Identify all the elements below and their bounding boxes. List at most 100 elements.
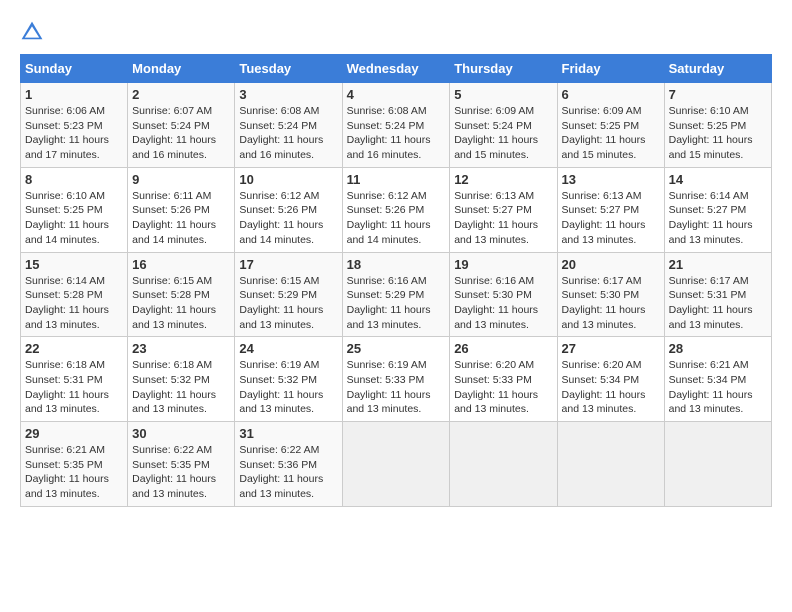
day-number: 30 xyxy=(132,426,230,441)
day-info: Sunrise: 6:15 AMSunset: 5:29 PMDaylight:… xyxy=(239,275,323,331)
day-info: Sunrise: 6:18 AMSunset: 5:32 PMDaylight:… xyxy=(132,359,216,415)
day-info: Sunrise: 6:20 AMSunset: 5:34 PMDaylight:… xyxy=(562,359,646,415)
day-number: 21 xyxy=(669,257,767,272)
day-info: Sunrise: 6:07 AMSunset: 5:24 PMDaylight:… xyxy=(132,105,216,161)
day-info: Sunrise: 6:08 AMSunset: 5:24 PMDaylight:… xyxy=(347,105,431,161)
table-row: 21 Sunrise: 6:17 AMSunset: 5:31 PMDaylig… xyxy=(664,252,771,337)
table-row xyxy=(664,422,771,507)
table-row: 3 Sunrise: 6:08 AMSunset: 5:24 PMDayligh… xyxy=(235,83,342,168)
day-info: Sunrise: 6:14 AMSunset: 5:27 PMDaylight:… xyxy=(669,190,753,246)
day-info: Sunrise: 6:17 AMSunset: 5:31 PMDaylight:… xyxy=(669,275,753,331)
table-row: 15 Sunrise: 6:14 AMSunset: 5:28 PMDaylig… xyxy=(21,252,128,337)
day-info: Sunrise: 6:21 AMSunset: 5:34 PMDaylight:… xyxy=(669,359,753,415)
table-row: 17 Sunrise: 6:15 AMSunset: 5:29 PMDaylig… xyxy=(235,252,342,337)
table-row: 23 Sunrise: 6:18 AMSunset: 5:32 PMDaylig… xyxy=(128,337,235,422)
logo-icon xyxy=(20,20,44,44)
table-row: 26 Sunrise: 6:20 AMSunset: 5:33 PMDaylig… xyxy=(450,337,557,422)
table-row: 5 Sunrise: 6:09 AMSunset: 5:24 PMDayligh… xyxy=(450,83,557,168)
day-info: Sunrise: 6:12 AMSunset: 5:26 PMDaylight:… xyxy=(347,190,431,246)
table-row xyxy=(557,422,664,507)
table-row: 28 Sunrise: 6:21 AMSunset: 5:34 PMDaylig… xyxy=(664,337,771,422)
table-row: 20 Sunrise: 6:17 AMSunset: 5:30 PMDaylig… xyxy=(557,252,664,337)
day-info: Sunrise: 6:19 AMSunset: 5:32 PMDaylight:… xyxy=(239,359,323,415)
day-number: 22 xyxy=(25,341,123,356)
table-row: 18 Sunrise: 6:16 AMSunset: 5:29 PMDaylig… xyxy=(342,252,450,337)
day-info: Sunrise: 6:15 AMSunset: 5:28 PMDaylight:… xyxy=(132,275,216,331)
day-info: Sunrise: 6:22 AMSunset: 5:36 PMDaylight:… xyxy=(239,444,323,500)
day-info: Sunrise: 6:19 AMSunset: 5:33 PMDaylight:… xyxy=(347,359,431,415)
calendar-weekday: Sunday xyxy=(21,55,128,83)
calendar-weekday: Friday xyxy=(557,55,664,83)
day-info: Sunrise: 6:06 AMSunset: 5:23 PMDaylight:… xyxy=(25,105,109,161)
table-row: 2 Sunrise: 6:07 AMSunset: 5:24 PMDayligh… xyxy=(128,83,235,168)
table-row: 25 Sunrise: 6:19 AMSunset: 5:33 PMDaylig… xyxy=(342,337,450,422)
calendar-weekday: Monday xyxy=(128,55,235,83)
calendar-weekday: Tuesday xyxy=(235,55,342,83)
calendar-table: SundayMondayTuesdayWednesdayThursdayFrid… xyxy=(20,54,772,507)
day-info: Sunrise: 6:22 AMSunset: 5:35 PMDaylight:… xyxy=(132,444,216,500)
day-number: 6 xyxy=(562,87,660,102)
table-row: 1 Sunrise: 6:06 AMSunset: 5:23 PMDayligh… xyxy=(21,83,128,168)
day-number: 9 xyxy=(132,172,230,187)
day-number: 31 xyxy=(239,426,337,441)
table-row: 9 Sunrise: 6:11 AMSunset: 5:26 PMDayligh… xyxy=(128,167,235,252)
day-number: 24 xyxy=(239,341,337,356)
day-info: Sunrise: 6:14 AMSunset: 5:28 PMDaylight:… xyxy=(25,275,109,331)
day-info: Sunrise: 6:11 AMSunset: 5:26 PMDaylight:… xyxy=(132,190,216,246)
table-row: 4 Sunrise: 6:08 AMSunset: 5:24 PMDayligh… xyxy=(342,83,450,168)
table-row: 7 Sunrise: 6:10 AMSunset: 5:25 PMDayligh… xyxy=(664,83,771,168)
day-number: 13 xyxy=(562,172,660,187)
table-row: 29 Sunrise: 6:21 AMSunset: 5:35 PMDaylig… xyxy=(21,422,128,507)
table-row: 16 Sunrise: 6:15 AMSunset: 5:28 PMDaylig… xyxy=(128,252,235,337)
table-row: 27 Sunrise: 6:20 AMSunset: 5:34 PMDaylig… xyxy=(557,337,664,422)
day-number: 7 xyxy=(669,87,767,102)
day-number: 14 xyxy=(669,172,767,187)
day-info: Sunrise: 6:09 AMSunset: 5:25 PMDaylight:… xyxy=(562,105,646,161)
day-number: 29 xyxy=(25,426,123,441)
table-row: 6 Sunrise: 6:09 AMSunset: 5:25 PMDayligh… xyxy=(557,83,664,168)
table-row: 31 Sunrise: 6:22 AMSunset: 5:36 PMDaylig… xyxy=(235,422,342,507)
day-info: Sunrise: 6:13 AMSunset: 5:27 PMDaylight:… xyxy=(454,190,538,246)
day-number: 8 xyxy=(25,172,123,187)
table-row: 24 Sunrise: 6:19 AMSunset: 5:32 PMDaylig… xyxy=(235,337,342,422)
calendar-weekday: Saturday xyxy=(664,55,771,83)
table-row: 13 Sunrise: 6:13 AMSunset: 5:27 PMDaylig… xyxy=(557,167,664,252)
day-number: 27 xyxy=(562,341,660,356)
table-row: 30 Sunrise: 6:22 AMSunset: 5:35 PMDaylig… xyxy=(128,422,235,507)
table-row xyxy=(342,422,450,507)
day-number: 26 xyxy=(454,341,552,356)
day-info: Sunrise: 6:10 AMSunset: 5:25 PMDaylight:… xyxy=(25,190,109,246)
day-info: Sunrise: 6:21 AMSunset: 5:35 PMDaylight:… xyxy=(25,444,109,500)
day-info: Sunrise: 6:10 AMSunset: 5:25 PMDaylight:… xyxy=(669,105,753,161)
day-info: Sunrise: 6:13 AMSunset: 5:27 PMDaylight:… xyxy=(562,190,646,246)
table-row: 12 Sunrise: 6:13 AMSunset: 5:27 PMDaylig… xyxy=(450,167,557,252)
table-row xyxy=(450,422,557,507)
table-row: 8 Sunrise: 6:10 AMSunset: 5:25 PMDayligh… xyxy=(21,167,128,252)
day-info: Sunrise: 6:16 AMSunset: 5:30 PMDaylight:… xyxy=(454,275,538,331)
day-number: 25 xyxy=(347,341,446,356)
table-row: 10 Sunrise: 6:12 AMSunset: 5:26 PMDaylig… xyxy=(235,167,342,252)
day-number: 11 xyxy=(347,172,446,187)
day-info: Sunrise: 6:08 AMSunset: 5:24 PMDaylight:… xyxy=(239,105,323,161)
day-number: 17 xyxy=(239,257,337,272)
table-row: 19 Sunrise: 6:16 AMSunset: 5:30 PMDaylig… xyxy=(450,252,557,337)
day-number: 2 xyxy=(132,87,230,102)
day-number: 5 xyxy=(454,87,552,102)
day-number: 20 xyxy=(562,257,660,272)
day-info: Sunrise: 6:16 AMSunset: 5:29 PMDaylight:… xyxy=(347,275,431,331)
day-number: 28 xyxy=(669,341,767,356)
day-info: Sunrise: 6:09 AMSunset: 5:24 PMDaylight:… xyxy=(454,105,538,161)
day-info: Sunrise: 6:17 AMSunset: 5:30 PMDaylight:… xyxy=(562,275,646,331)
page-header xyxy=(20,20,772,44)
day-number: 10 xyxy=(239,172,337,187)
day-info: Sunrise: 6:20 AMSunset: 5:33 PMDaylight:… xyxy=(454,359,538,415)
day-number: 23 xyxy=(132,341,230,356)
day-number: 3 xyxy=(239,87,337,102)
day-number: 18 xyxy=(347,257,446,272)
logo xyxy=(20,20,48,44)
day-number: 15 xyxy=(25,257,123,272)
table-row: 14 Sunrise: 6:14 AMSunset: 5:27 PMDaylig… xyxy=(664,167,771,252)
day-number: 4 xyxy=(347,87,446,102)
calendar-weekday: Wednesday xyxy=(342,55,450,83)
calendar-weekday: Thursday xyxy=(450,55,557,83)
